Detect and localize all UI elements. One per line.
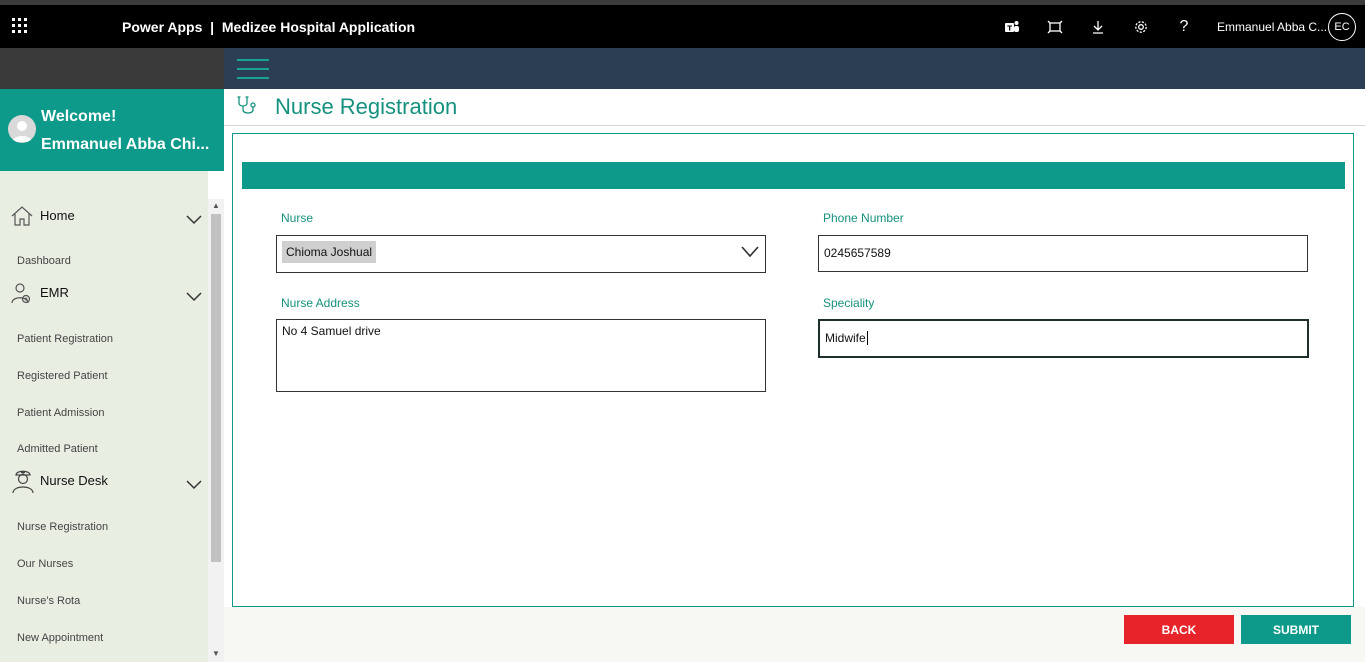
help-icon[interactable]: ? (1173, 16, 1195, 38)
chevron-down-icon[interactable] (186, 212, 202, 225)
title-separator: | (210, 19, 215, 35)
user-avatar-icon (8, 115, 36, 143)
scroll-down-icon[interactable]: ▼ (212, 649, 220, 658)
sidebar-item-registered-patient[interactable]: Registered Patient (17, 370, 108, 382)
settings-icon[interactable] (1130, 16, 1152, 38)
nurse-icon (10, 468, 34, 494)
sidebar-item-new-appointment[interactable]: New Appointment (17, 632, 103, 644)
user-name[interactable]: Emmanuel Abba C... (1217, 20, 1327, 34)
sidebar-header-band (0, 48, 224, 89)
user-avatar[interactable]: EC (1328, 13, 1356, 41)
top-app-bar: Power Apps | Medizee Hospital Applicatio… (0, 0, 1365, 48)
welcome-user-name: Emmanuel Abba Chi... (41, 136, 210, 153)
nurse-dropdown[interactable]: Chioma Joshual (276, 235, 766, 273)
app-name: Power Apps (122, 19, 203, 35)
scroll-up-icon[interactable]: ▲ (212, 201, 220, 210)
download-icon[interactable] (1087, 16, 1109, 38)
page-title: Nurse Registration (275, 94, 458, 119)
app-title: Power Apps | Medizee Hospital Applicatio… (122, 19, 415, 35)
nurse-label: Nurse (281, 211, 314, 225)
teams-icon[interactable]: T (1001, 16, 1023, 38)
sidebar-scrollbar[interactable]: ▲ ▼ (208, 199, 224, 662)
text-cursor (866, 331, 868, 345)
submit-button[interactable]: SUBMIT (1241, 615, 1351, 644)
phone-number-label: Phone Number (823, 211, 904, 225)
app-launcher-icon[interactable] (12, 18, 28, 34)
sidebar-item-patient-admission[interactable]: Patient Admission (17, 407, 104, 419)
sidebar-section-nurse-desk[interactable]: Nurse Desk (40, 473, 108, 488)
scrollbar-thumb[interactable] (211, 214, 221, 562)
welcome-title: Welcome! (41, 108, 117, 125)
doctor-icon (10, 281, 34, 305)
stethoscope-icon (236, 95, 262, 117)
svg-text:T: T (1007, 25, 1012, 33)
phone-number-input[interactable]: 0245657589 (818, 235, 1308, 272)
sidebar-item-nurse-registration[interactable]: Nurse Registration (17, 521, 108, 533)
page-header: Nurse Registration (224, 89, 1365, 126)
chevron-down-icon[interactable] (741, 246, 759, 258)
welcome-panel: Welcome! Emmanuel Abba Chi... (0, 89, 224, 171)
sidebar-item-dashboard[interactable]: Dashboard (17, 255, 71, 267)
speciality-label: Speciality (823, 296, 875, 310)
sidebar-nav: Home Dashboard EMR Patient Registration … (0, 171, 208, 662)
nurse-selected-value: Chioma Joshual (282, 241, 377, 263)
sidebar-section-home[interactable]: Home (40, 208, 75, 223)
form-header-strip (242, 162, 1345, 189)
speciality-input[interactable]: Midwife (818, 319, 1309, 358)
speciality-value: Midwife (825, 331, 866, 345)
sidebar-section-emr[interactable]: EMR (40, 285, 69, 300)
fit-screen-icon[interactable] (1044, 16, 1066, 38)
chevron-down-icon[interactable] (186, 477, 202, 490)
app-title-text: Medizee Hospital Application (221, 19, 416, 35)
chevron-down-icon[interactable] (186, 289, 202, 302)
sidebar-item-admitted-patient[interactable]: Admitted Patient (17, 443, 98, 455)
sidebar-item-our-nurses[interactable]: Our Nurses (17, 558, 73, 570)
app-header-bar (224, 48, 1365, 89)
home-icon (10, 204, 34, 228)
sidebar-item-nurses-rota[interactable]: Nurse's Rota (17, 595, 80, 607)
nurse-address-input[interactable]: No 4 Samuel drive (276, 319, 766, 392)
sidebar-item-patient-registration[interactable]: Patient Registration (17, 333, 113, 345)
nurse-address-label: Nurse Address (281, 296, 360, 310)
back-button[interactable]: BACK (1124, 615, 1234, 644)
nurse-registration-form: Nurse Chioma Joshual Phone Number 024565… (232, 133, 1354, 607)
hamburger-menu-icon[interactable] (237, 59, 269, 79)
